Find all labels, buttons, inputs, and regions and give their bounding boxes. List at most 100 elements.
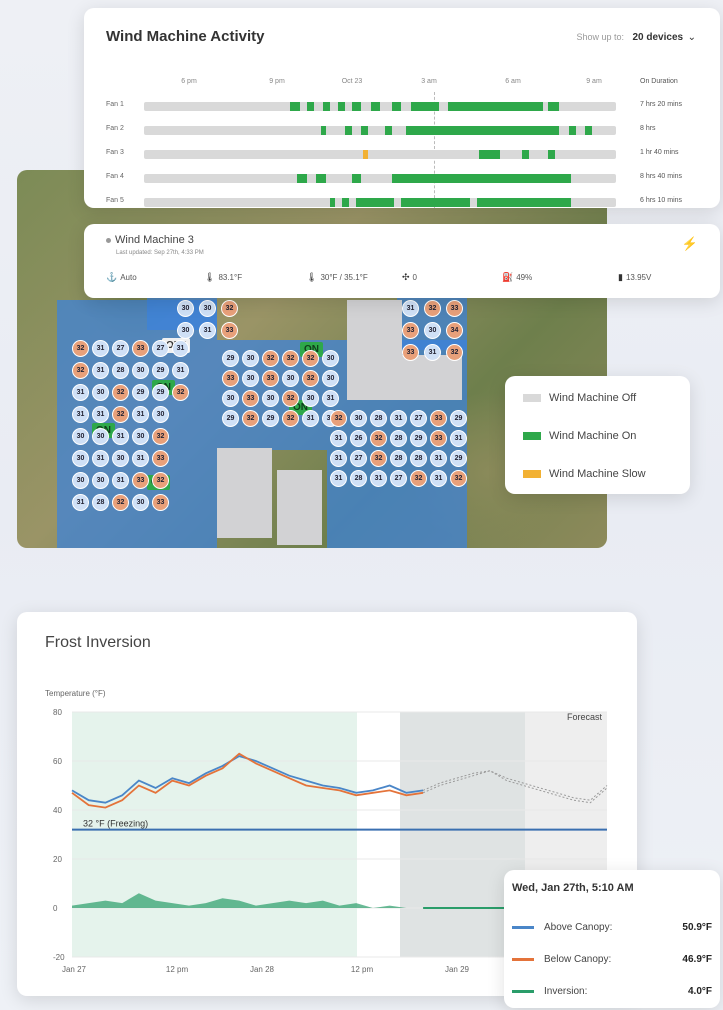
sensor-node[interactable]: 34 [446, 322, 463, 339]
sensor-node[interactable]: 30 [112, 450, 129, 467]
fan-row[interactable]: Fan 2 8 hrs [84, 124, 720, 136]
sensor-node[interactable]: 32 [152, 428, 169, 445]
sensor-node[interactable]: 29 [410, 430, 427, 447]
sensor-node[interactable]: 30 [132, 362, 149, 379]
sensor-node[interactable]: 29 [450, 450, 467, 467]
sensor-node[interactable]: 30 [424, 322, 441, 339]
fan-row[interactable]: Fan 1 7 hrs 20 mins [84, 100, 720, 112]
sensor-node[interactable]: 32 [262, 350, 279, 367]
sensor-node[interactable]: 30 [177, 300, 194, 317]
sensor-node[interactable]: 28 [350, 470, 367, 487]
sensor-node[interactable]: 33 [262, 370, 279, 387]
sensor-node[interactable]: 31 [199, 322, 216, 339]
sensor-node[interactable]: 31 [132, 406, 149, 423]
sensor-node[interactable]: 32 [450, 470, 467, 487]
sensor-node[interactable]: 31 [330, 470, 347, 487]
sensor-node[interactable]: 31 [430, 470, 447, 487]
sensor-node[interactable]: 31 [112, 428, 129, 445]
sensor-node[interactable]: 33 [446, 300, 463, 317]
sensor-node[interactable]: 29 [152, 384, 169, 401]
fan-row[interactable]: Fan 3 1 hr 40 mins [84, 148, 720, 160]
sensor-node[interactable]: 32 [330, 410, 347, 427]
sensor-node[interactable]: 31 [330, 430, 347, 447]
sensor-node[interactable]: 33 [402, 344, 419, 361]
sensor-node[interactable]: 30 [322, 350, 339, 367]
sensor-node[interactable]: 33 [132, 472, 149, 489]
sensor-node[interactable]: 28 [390, 430, 407, 447]
sensor-node[interactable]: 32 [112, 406, 129, 423]
sensor-node[interactable]: 32 [282, 390, 299, 407]
sensor-node[interactable]: 28 [112, 362, 129, 379]
sensor-node[interactable]: 29 [262, 410, 279, 427]
sensor-node[interactable]: 32 [302, 350, 319, 367]
sensor-node[interactable]: 30 [72, 428, 89, 445]
sensor-node[interactable]: 32 [282, 410, 299, 427]
sensor-node[interactable]: 30 [242, 350, 259, 367]
sensor-node[interactable]: 32 [370, 450, 387, 467]
sensor-node[interactable]: 32 [424, 300, 441, 317]
show-up-to-dropdown[interactable]: Show up to: 20 devices ⌄ [576, 32, 696, 43]
sensor-node[interactable]: 30 [242, 370, 259, 387]
sensor-node[interactable]: 28 [410, 450, 427, 467]
sensor-node[interactable]: 31 [430, 450, 447, 467]
sensor-node[interactable]: 33 [152, 494, 169, 511]
disconnected-icon[interactable]: ⚡ [682, 236, 698, 252]
sensor-node[interactable]: 31 [92, 406, 109, 423]
sensor-node[interactable]: 30 [72, 450, 89, 467]
sensor-node[interactable]: 30 [177, 322, 194, 339]
sensor-node[interactable]: 33 [152, 450, 169, 467]
sensor-node[interactable]: 30 [152, 406, 169, 423]
sensor-node[interactable]: 27 [390, 470, 407, 487]
sensor-node[interactable]: 32 [221, 300, 238, 317]
sensor-node[interactable]: 33 [430, 430, 447, 447]
sensor-node[interactable]: 32 [172, 384, 189, 401]
sensor-node[interactable]: 30 [222, 390, 239, 407]
sensor-node[interactable]: 30 [92, 384, 109, 401]
sensor-node[interactable]: 31 [92, 450, 109, 467]
sensor-node[interactable]: 33 [221, 322, 238, 339]
sensor-node[interactable]: 33 [222, 370, 239, 387]
sensor-node[interactable]: 30 [282, 370, 299, 387]
sensor-node[interactable]: 26 [350, 430, 367, 447]
sensor-node[interactable]: 31 [450, 430, 467, 447]
sensor-node[interactable]: 27 [350, 450, 367, 467]
sensor-node[interactable]: 31 [92, 340, 109, 357]
sensor-node[interactable]: 31 [370, 470, 387, 487]
sensor-node[interactable]: 32 [282, 350, 299, 367]
sensor-node[interactable]: 28 [92, 494, 109, 511]
sensor-node[interactable]: 30 [132, 494, 149, 511]
sensor-node[interactable]: 31 [72, 406, 89, 423]
sensor-node[interactable]: 31 [302, 410, 319, 427]
sensor-node[interactable]: 32 [72, 340, 89, 357]
sensor-node[interactable]: 30 [262, 390, 279, 407]
sensor-node[interactable]: 29 [222, 410, 239, 427]
sensor-node[interactable]: 30 [72, 472, 89, 489]
sensor-node[interactable]: 31 [322, 390, 339, 407]
sensor-node[interactable]: 28 [370, 410, 387, 427]
fan-row[interactable]: Fan 4 8 hrs 40 mins [84, 172, 720, 184]
sensor-node[interactable]: 27 [152, 340, 169, 357]
wind-machine-detail-card[interactable]: Wind Machine 3 Last updated: Sep 27th, 4… [84, 224, 720, 298]
sensor-node[interactable]: 31 [92, 362, 109, 379]
sensor-node[interactable]: 31 [330, 450, 347, 467]
sensor-node[interactable]: 33 [132, 340, 149, 357]
sensor-node[interactable]: 27 [410, 410, 427, 427]
sensor-node[interactable]: 30 [92, 428, 109, 445]
sensor-node[interactable]: 32 [72, 362, 89, 379]
sensor-node[interactable]: 31 [132, 450, 149, 467]
sensor-node[interactable]: 31 [72, 494, 89, 511]
sensor-node[interactable]: 30 [132, 428, 149, 445]
fan-row[interactable]: Fan 5 6 hrs 10 mins [84, 196, 720, 208]
sensor-node[interactable]: 29 [450, 410, 467, 427]
sensor-node[interactable]: 30 [92, 472, 109, 489]
sensor-node[interactable]: 29 [132, 384, 149, 401]
sensor-node[interactable]: 28 [390, 450, 407, 467]
sensor-node[interactable]: 32 [446, 344, 463, 361]
sensor-node[interactable]: 29 [222, 350, 239, 367]
sensor-node[interactable]: 30 [350, 410, 367, 427]
sensor-node[interactable]: 32 [112, 384, 129, 401]
sensor-node[interactable]: 31 [424, 344, 441, 361]
sensor-node[interactable]: 30 [302, 390, 319, 407]
sensor-node[interactable]: 31 [172, 362, 189, 379]
sensor-node[interactable]: 31 [112, 472, 129, 489]
